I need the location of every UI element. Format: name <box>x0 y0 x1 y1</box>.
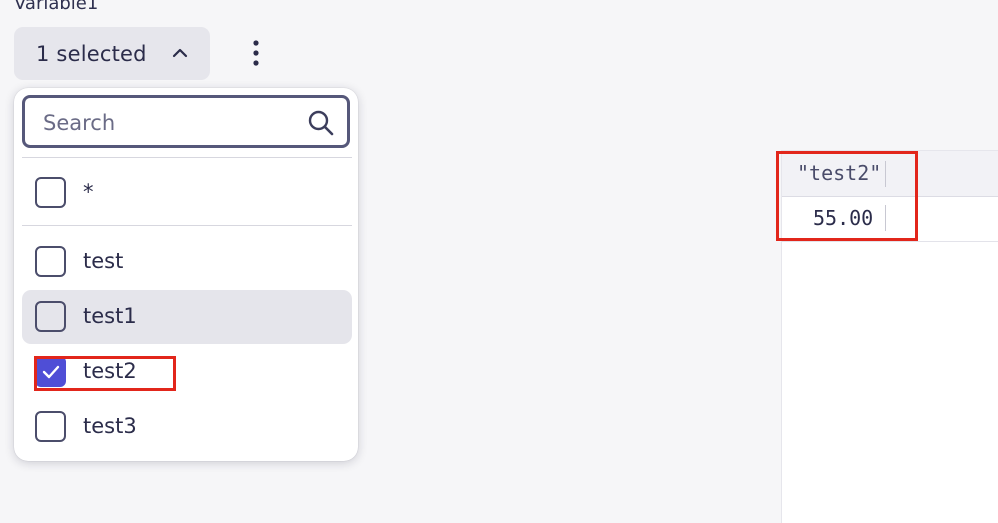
variable-label: Variable1 <box>14 0 99 14</box>
selected-count-label: 1 selected <box>36 41 147 66</box>
highlight-box-test2 <box>34 356 176 391</box>
option-test1[interactable]: test1 <box>22 290 352 344</box>
variable-select-button[interactable]: 1 selected <box>14 27 210 80</box>
checkbox[interactable] <box>35 411 66 442</box>
option-label: test1 <box>83 304 137 328</box>
chevron-up-icon <box>172 48 188 58</box>
option-label: * <box>83 180 94 204</box>
checkbox[interactable] <box>35 246 66 277</box>
more-vertical-icon[interactable] <box>246 38 266 68</box>
options-divider <box>22 225 352 226</box>
search-divider <box>22 157 352 158</box>
option-test[interactable]: test <box>22 235 352 289</box>
checkbox[interactable] <box>35 177 66 208</box>
option-label: test <box>83 249 124 273</box>
highlight-box-column <box>776 151 918 241</box>
search-icon[interactable] <box>307 109 335 137</box>
search-input[interactable] <box>41 106 295 140</box>
search-field <box>22 95 350 148</box>
option-label: test3 <box>83 414 137 438</box>
checkbox[interactable] <box>35 301 66 332</box>
option-test3[interactable]: test3 <box>22 400 352 454</box>
variable-dropdown: * test test1 test2 test3 <box>14 88 358 461</box>
option-all[interactable]: * <box>22 166 352 220</box>
